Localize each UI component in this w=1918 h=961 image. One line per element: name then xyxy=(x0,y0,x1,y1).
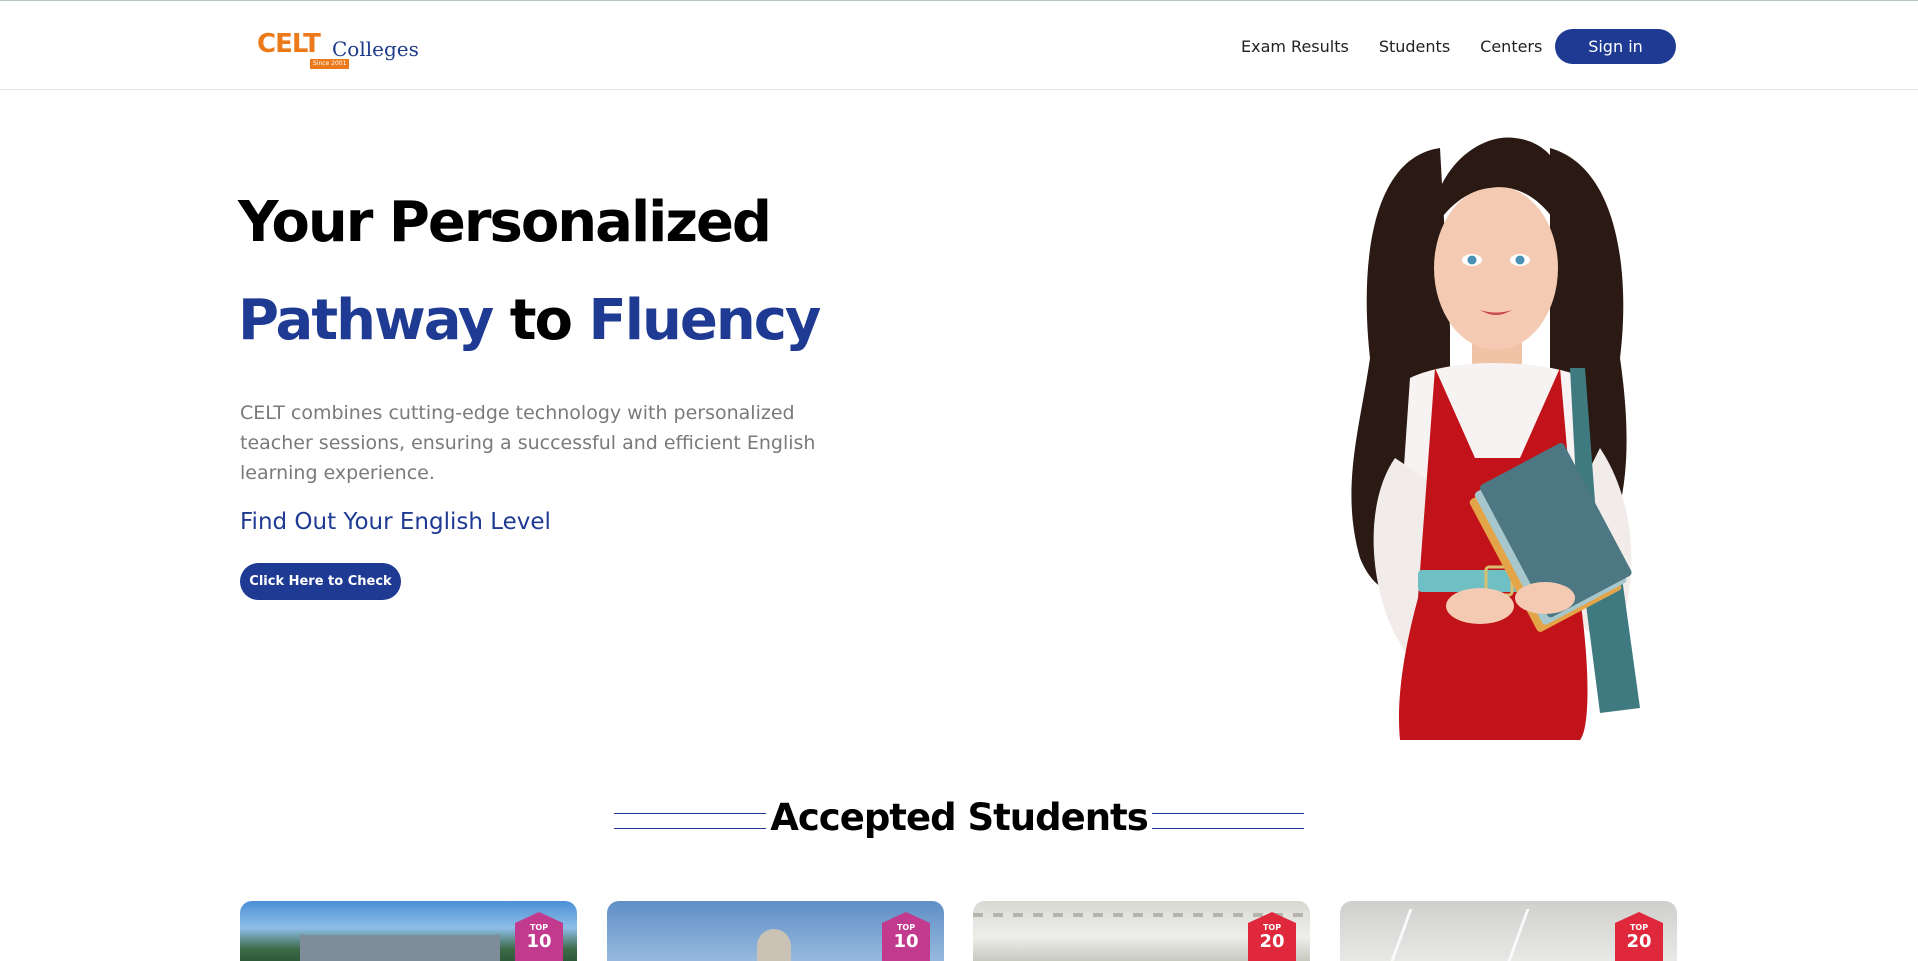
section-title-decoration-right xyxy=(1152,813,1304,829)
card-building-image xyxy=(300,935,500,961)
english-level-heading: Find Out Your English Level xyxy=(240,509,551,535)
logo-brand: CELT xyxy=(257,29,321,59)
rank-badge-number: 10 xyxy=(893,931,919,952)
rank-badge: TOP 20 xyxy=(1248,912,1296,961)
card-atrium-image xyxy=(973,913,1310,917)
nav-centers[interactable]: Centers xyxy=(1480,37,1542,56)
student-card[interactable]: TOP 10 xyxy=(240,901,577,961)
section-title: Accepted Students xyxy=(770,796,1149,839)
rank-badge-number: 10 xyxy=(526,931,552,952)
hero-title-line1: Your Personalized xyxy=(238,190,772,255)
nav-students[interactable]: Students xyxy=(1379,37,1450,56)
card-dome-image xyxy=(757,929,791,961)
rank-badge-number: 20 xyxy=(1626,931,1652,952)
card-hallway-image xyxy=(1390,909,1530,961)
hero-title-word-pathway: Pathway xyxy=(238,288,494,353)
nav-exam-results[interactable]: Exam Results xyxy=(1241,37,1349,56)
celt-colleges-logo[interactable]: CELT Colleges Since 2001 xyxy=(257,29,419,73)
student-card[interactable]: TOP 20 xyxy=(973,901,1310,961)
site-header: CELT Colleges Since 2001 Exam Results St… xyxy=(0,0,1918,90)
logo-since-tag: Since 2001 xyxy=(310,59,350,69)
rank-badge-number: 20 xyxy=(1259,931,1285,952)
hero-title-line2: Pathway to Fluency xyxy=(238,288,822,353)
logo-suffix: Colleges xyxy=(332,37,419,61)
hero-title-word-fluency: Fluency xyxy=(588,288,822,353)
student-card[interactable]: TOP 10 xyxy=(607,901,944,961)
sign-in-button[interactable]: Sign in xyxy=(1555,29,1676,64)
rank-badge: TOP 10 xyxy=(882,912,930,961)
student-card[interactable]: TOP 20 xyxy=(1340,901,1677,961)
hero-description: CELT combines cutting-edge technology wi… xyxy=(240,402,816,484)
student-illustration xyxy=(1351,137,1640,740)
rank-badge: TOP 10 xyxy=(515,912,563,961)
hero-title-word-to: to xyxy=(509,288,573,353)
check-level-button[interactable]: Click Here to Check xyxy=(240,563,401,600)
rank-badge: TOP 20 xyxy=(1615,912,1663,961)
main-nav: Exam Results Students Centers xyxy=(1241,29,1572,64)
